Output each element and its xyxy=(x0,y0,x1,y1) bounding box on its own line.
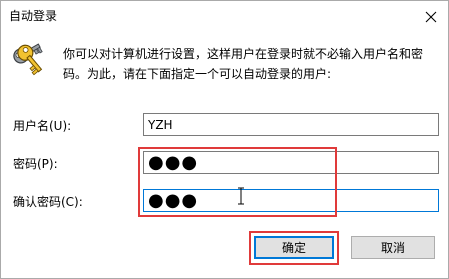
close-button[interactable] xyxy=(414,1,448,32)
dialog-title: 自动登录 xyxy=(9,9,58,23)
cancel-button[interactable]: 取消 xyxy=(351,236,435,259)
description-line-2: 码。为此，请在下面指定一个可以自动登录的用户: xyxy=(63,67,332,81)
keys-icon xyxy=(13,43,43,76)
text-cursor-icon xyxy=(238,187,244,205)
title-bar: 自动登录 xyxy=(1,1,448,32)
confirm-password-label: 确认密码(C): xyxy=(13,195,83,209)
close-icon xyxy=(425,11,437,22)
auto-login-dialog: 自动登录 你可以对计算机进行设置，这样用户在登录时就不必输入用户名和密 码。为此… xyxy=(0,0,449,279)
description-line-1: 你可以对计算机进行设置，这样用户在登录时就不必输入用户名和密 xyxy=(63,47,424,61)
description-text: 你可以对计算机进行设置，这样用户在登录时就不必输入用户名和密 码。为此，请在下面… xyxy=(63,44,438,84)
password-input[interactable] xyxy=(143,151,439,174)
ok-button[interactable]: 确定 xyxy=(254,236,334,259)
password-label: 密码(P): xyxy=(13,157,58,171)
username-label: 用户名(U): xyxy=(13,119,72,133)
confirm-password-input[interactable] xyxy=(143,189,439,212)
username-input[interactable] xyxy=(143,113,439,136)
